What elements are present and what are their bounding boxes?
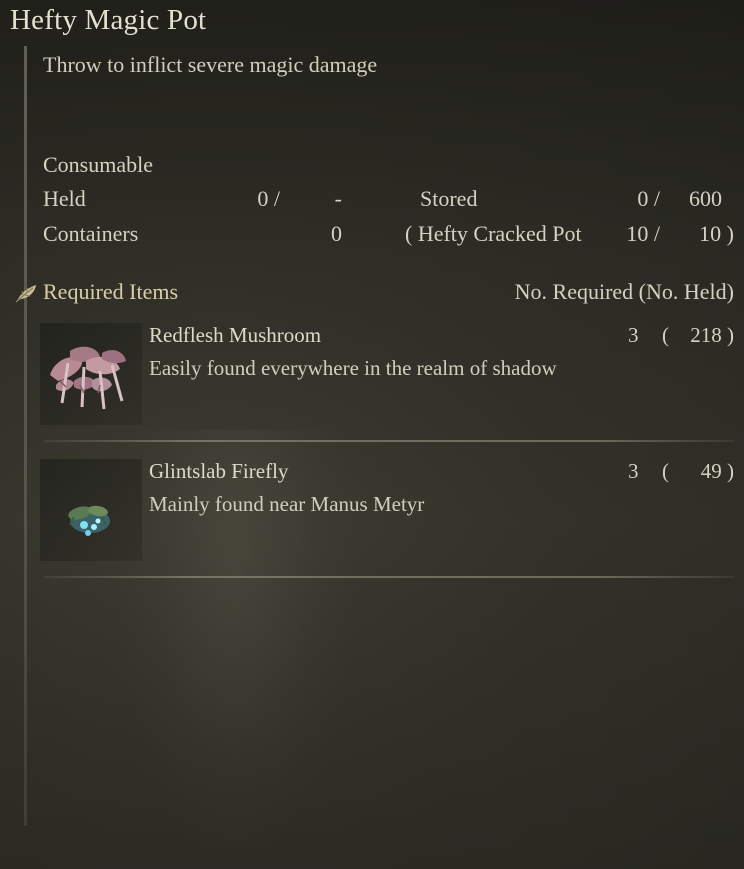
item-required-count: 3 (628, 323, 639, 347)
item-divider (44, 576, 734, 578)
item-divider (44, 440, 734, 442)
required-column-label: No. Required (No. Held) (514, 279, 734, 304)
held-max: - (334, 186, 342, 211)
held-value: 0 / (257, 186, 280, 211)
item-required-count: 3 (628, 459, 639, 483)
left-rail (24, 46, 27, 826)
container-held: 10 / (626, 221, 660, 246)
container-max: 10 ) (699, 221, 734, 246)
item-category: Consumable (43, 152, 153, 177)
item-open-paren: ( (662, 459, 669, 483)
item-held-count: 218 ) (690, 323, 734, 347)
item-title: Hefty Magic Pot (10, 4, 207, 36)
item-description: Throw to inflict severe magic damage (43, 52, 378, 77)
item-name: Redflesh Mushroom (149, 323, 322, 347)
required-items-header: Required Items No. Required (No. Held) (14, 279, 734, 309)
item-thumbnail (40, 323, 142, 425)
mushroom-icon (50, 346, 126, 410)
stored-max: 600 (689, 186, 722, 211)
item-open-paren: ( (662, 323, 669, 347)
stored-value: 0 / (637, 186, 660, 211)
container-name: ( Hefty Cracked Pot (405, 221, 582, 246)
list-item[interactable]: Redflesh Mushroom Easily found everywher… (40, 323, 744, 453)
containers-label: Containers (43, 221, 139, 246)
item-desc: Mainly found near Manus Metyr (149, 492, 425, 516)
item-held-count: 49 ) (700, 459, 734, 483)
item-thumbnail (40, 459, 142, 561)
stored-label: Stored (420, 186, 478, 211)
leaf-icon (15, 285, 36, 303)
item-desc: Easily found everywhere in the realm of … (149, 356, 557, 380)
held-label: Held (43, 186, 86, 211)
item-name: Glintslab Firefly (149, 459, 289, 483)
containers-value: 0 (331, 221, 342, 246)
list-item[interactable]: Glintslab Firefly Mainly found near Manu… (40, 459, 744, 589)
firefly-icon (68, 505, 110, 536)
required-items-title: Required Items (43, 279, 179, 304)
